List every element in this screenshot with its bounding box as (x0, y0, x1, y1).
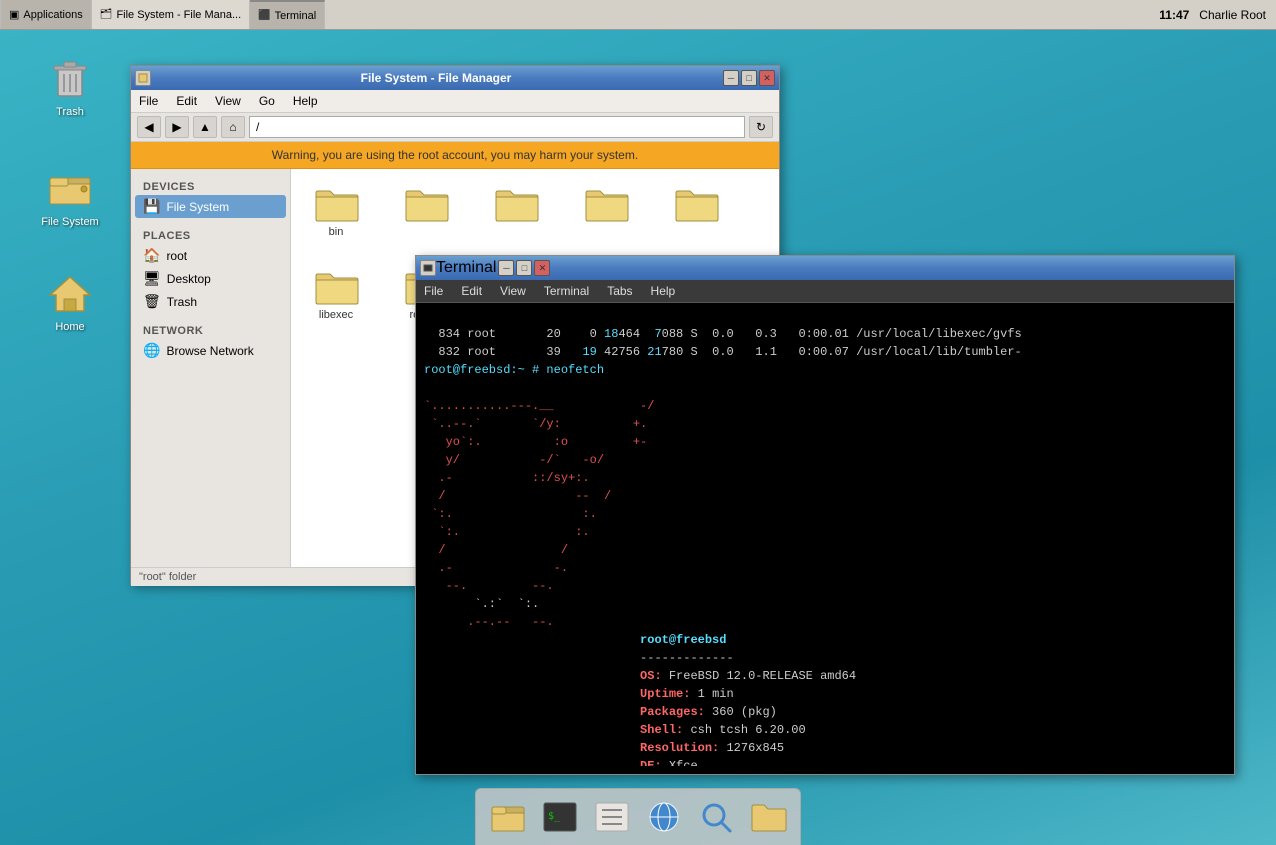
fm-menu-file[interactable]: File (135, 92, 162, 110)
fm-maximize-btn[interactable]: □ (741, 70, 757, 86)
taskbar-fm-label: File System - File Mana... (116, 9, 241, 21)
file-item-libexec[interactable]: libexec (301, 262, 371, 325)
applications-button[interactable]: ▣ Applications (0, 0, 92, 29)
fm-sidebar-network-label: Browse Network (166, 344, 253, 358)
fm-sidebar-trash-label: Trash (167, 295, 197, 309)
fm-toolbar: ◀ ▶ ▲ ⌂ / ↻ (131, 113, 779, 142)
fm-menubar: File Edit View Go Help (131, 90, 779, 113)
root-icon: 🏠 (143, 247, 160, 264)
filesystem-sidebar-icon: 💾 (143, 198, 160, 215)
taskbar-term-label: Terminal (275, 10, 317, 22)
filesystem-icon[interactable]: File System (30, 160, 110, 233)
term-menu-help[interactable]: Help (647, 282, 680, 300)
fm-title: File System - File Manager (151, 71, 721, 85)
fm-address-text: / (256, 120, 259, 134)
fm-forward-btn[interactable]: ▶ (165, 116, 189, 138)
file-item-4[interactable] (571, 179, 641, 242)
term-menu-tabs[interactable]: Tabs (603, 282, 636, 300)
term-menu-terminal[interactable]: Terminal (540, 282, 593, 300)
fm-sidebar-network[interactable]: 🌐 Browse Network (135, 339, 286, 362)
term-menu-edit[interactable]: Edit (457, 282, 486, 300)
file-label-libexec: libexec (319, 309, 353, 321)
file-item-5[interactable] (661, 179, 731, 242)
fm-sidebar-root-label: root (166, 249, 187, 263)
fm-home-btn[interactable]: ⌂ (221, 116, 245, 138)
fm-menu-go[interactable]: Go (255, 92, 279, 110)
filesystem-label: File System (41, 216, 98, 228)
term-close-btn[interactable]: ✕ (534, 260, 550, 276)
file-item-2[interactable] (391, 179, 461, 242)
fm-menu-edit[interactable]: Edit (172, 92, 201, 110)
term-maximize-btn[interactable]: □ (516, 260, 532, 276)
term-content[interactable]: 834 root 20 0 18464 7088 S 0.0 0.3 0:00.… (416, 303, 1234, 766)
dock-terminal[interactable]: $_ (536, 793, 584, 841)
term-title: Terminal (436, 259, 496, 277)
fm-sidebar-filesystem[interactable]: 💾 File System (135, 195, 286, 218)
taskbar-user: Charlie Root (1199, 8, 1266, 22)
fm-sidebar-root[interactable]: 🏠 root (135, 244, 286, 267)
taskbar: ▣ Applications 🗂 File System - File Mana… (0, 0, 1276, 30)
fm-up-btn[interactable]: ▲ (193, 116, 217, 138)
dock-folder[interactable] (744, 793, 792, 841)
term-icon-btn[interactable] (420, 260, 436, 276)
trash-label: Trash (56, 106, 84, 118)
fm-minimize-btn[interactable]: ─ (723, 70, 739, 86)
file-item-3[interactable] (481, 179, 551, 242)
fm-statusbar-text: "root" folder (139, 571, 196, 583)
home-icon[interactable]: Home (30, 265, 110, 338)
fm-titlebar[interactable]: File System - File Manager ─ □ ✕ (131, 66, 779, 90)
taskbar-fm-button[interactable]: 🗂 File System - File Mana... (92, 0, 250, 29)
fm-places-title: PLACES (135, 226, 286, 244)
term-menu-view[interactable]: View (496, 282, 530, 300)
fm-icon-btn[interactable] (135, 70, 151, 86)
terminal-window: Terminal ─ □ ✕ File Edit View Terminal T… (415, 255, 1235, 775)
app-icon: ▣ (9, 8, 19, 21)
fm-menu-help[interactable]: Help (289, 92, 322, 110)
fm-warning-text: Warning, you are using the root account,… (272, 148, 638, 162)
dock-search[interactable] (692, 793, 740, 841)
fm-warning-banner: Warning, you are using the root account,… (131, 142, 779, 169)
network-icon: 🌐 (143, 342, 160, 359)
fm-address-bar[interactable]: / (249, 116, 745, 138)
term-menu-file[interactable]: File (420, 282, 447, 300)
fm-menu-view[interactable]: View (211, 92, 245, 110)
term-titlebar[interactable]: Terminal ─ □ ✕ (416, 256, 1234, 280)
svg-text:$_: $_ (548, 811, 561, 822)
fm-refresh-btn[interactable]: ↻ (749, 116, 773, 138)
fm-sidebar-desktop-label: Desktop (167, 272, 211, 286)
file-item-bin[interactable]: bin (301, 179, 371, 242)
app-label: Applications (23, 9, 82, 21)
fm-back-btn[interactable]: ◀ (137, 116, 161, 138)
dock-files[interactable] (484, 793, 532, 841)
taskbar-clock: 11:47 (1159, 8, 1189, 22)
taskbar-term-button[interactable]: ⬛ Terminal (250, 0, 325, 29)
term-menubar: File Edit View Terminal Tabs Help (416, 280, 1234, 303)
fm-sidebar-trash[interactable]: 🗑 Trash (135, 290, 286, 313)
file-label-bin: bin (329, 226, 344, 238)
fm-sidebar-desktop[interactable]: 🖥 Desktop (135, 267, 286, 290)
taskbar-right: 11:47 Charlie Root (1149, 8, 1276, 22)
term-minimize-btn[interactable]: ─ (498, 260, 514, 276)
fm-sidebar-filesystem-label: File System (166, 200, 229, 214)
dock-browser[interactable] (640, 793, 688, 841)
fm-close-btn[interactable]: ✕ (759, 70, 775, 86)
trash-icon[interactable]: Trash (30, 50, 110, 123)
fm-devices-title: DEVICES (135, 177, 286, 195)
taskbar-dock: $_ (475, 788, 801, 845)
trash-sidebar-icon: 🗑 (143, 293, 161, 310)
fm-sidebar: DEVICES 💾 File System PLACES 🏠 root 🖥 De… (131, 169, 291, 567)
desktop-sidebar-icon: 🖥 (143, 270, 161, 287)
fm-network-title: NETWORK (135, 321, 286, 339)
dock-settings[interactable] (588, 793, 636, 841)
home-label: Home (55, 321, 84, 333)
